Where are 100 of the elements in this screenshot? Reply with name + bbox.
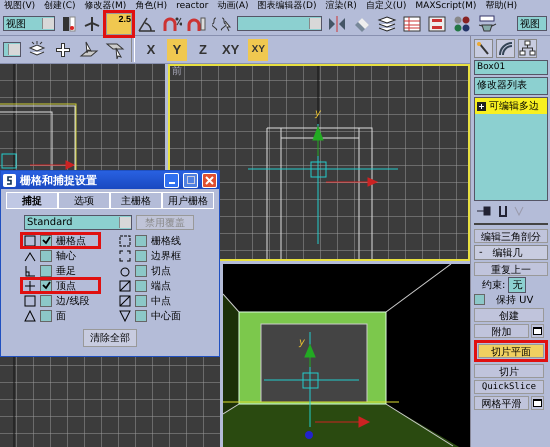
- checkbox-label[interactable]: 端点: [151, 278, 171, 292]
- checkbox-label[interactable]: 垂足: [56, 264, 76, 278]
- snap-type-icon: [24, 264, 36, 276]
- constraint-label: 约束:: [481, 278, 506, 292]
- rollout-header[interactable]: - 编辑几: [474, 245, 548, 260]
- view-dropdown[interactable]: 视图: [3, 16, 55, 31]
- snap-type-icon: [119, 280, 131, 292]
- modify-tab-icon[interactable]: [496, 39, 515, 58]
- menu-item[interactable]: 动画(A): [217, 0, 249, 12]
- checkbox[interactable]: [40, 264, 52, 276]
- spinner-snap-icon[interactable]: [187, 14, 207, 32]
- hierarchy-tab-icon[interactable]: [518, 39, 537, 58]
- teapot-icon[interactable]: [477, 14, 497, 32]
- checkbox-label[interactable]: 顶点: [56, 278, 76, 292]
- menu-item[interactable]: 创建(C): [44, 0, 76, 12]
- preset-dropdown[interactable]: Standard: [24, 215, 132, 230]
- menu-item[interactable]: 帮助(H): [485, 0, 518, 12]
- selection-set-icon[interactable]: [212, 14, 232, 32]
- rollout-title[interactable]: 编辑几: [492, 246, 523, 260]
- checkbox[interactable]: [40, 234, 52, 246]
- pin-stack-icon[interactable]: [476, 205, 492, 217]
- checkbox-label[interactable]: 保持 UV: [488, 292, 534, 306]
- mirror-icon[interactable]: [327, 14, 347, 32]
- material-editor-icon[interactable]: [452, 14, 472, 32]
- select-plane-icon[interactable]: [79, 40, 99, 60]
- clear-all-button[interactable]: 清除全部: [83, 329, 137, 347]
- checkbox[interactable]: [135, 264, 147, 276]
- percent-snap-icon[interactable]: [162, 14, 182, 32]
- dropdown[interactable]: [3, 42, 21, 57]
- checkbox-label[interactable]: 栅格线: [151, 234, 181, 248]
- command-button[interactable]: 网格平滑: [474, 396, 529, 410]
- menu-item[interactable]: 修改器(M): [84, 0, 126, 12]
- minimize-button[interactable]: [164, 172, 179, 188]
- checkbox[interactable]: [135, 234, 147, 246]
- settings-button[interactable]: [531, 324, 544, 338]
- layers-icon[interactable]: [377, 14, 397, 32]
- menu-item[interactable]: reactor: [176, 0, 208, 12]
- edit-triangulation-button[interactable]: 编辑三角剖分: [474, 229, 548, 243]
- axis-label: y: [315, 109, 321, 119]
- axis-constraint-button[interactable]: X: [141, 38, 161, 60]
- snap-type-icon: [119, 294, 131, 306]
- checkbox-label[interactable]: 轴心: [56, 248, 76, 262]
- modifier-list-dropdown[interactable]: 修改器列表: [474, 77, 548, 95]
- menu-item[interactable]: MAXScript(M): [415, 0, 476, 12]
- tab[interactable]: 选项: [58, 192, 110, 208]
- checkbox-label[interactable]: 栅格点: [56, 234, 86, 248]
- command-button[interactable]: 创建: [474, 308, 544, 322]
- viewport-label[interactable]: 前: [172, 66, 182, 77]
- menu-item[interactable]: 视图(V): [4, 0, 36, 12]
- checkbox-label[interactable]: 中心面: [151, 308, 181, 322]
- view-dropdown[interactable]: 视图: [517, 16, 547, 31]
- object-name-field[interactable]: Box01: [474, 60, 548, 75]
- tab[interactable]: 主栅格: [110, 192, 162, 208]
- checkbox[interactable]: [135, 310, 147, 322]
- expand-icon[interactable]: [477, 102, 486, 110]
- render-icon[interactable]: [60, 14, 78, 32]
- checkbox[interactable]: [40, 250, 52, 262]
- checkbox[interactable]: [135, 294, 147, 306]
- snap-type-icon: [119, 234, 131, 246]
- axis-snap-button[interactable]: XY: [248, 38, 268, 60]
- command-button[interactable]: 切片: [474, 364, 544, 378]
- close-button[interactable]: [202, 172, 217, 188]
- checkbox-label[interactable]: 边界框: [151, 248, 181, 262]
- modifier-stack-item[interactable]: 可编辑多边: [475, 98, 547, 114]
- collapse-sign[interactable]: -: [479, 247, 483, 258]
- checkbox[interactable]: [40, 310, 52, 322]
- maximize-button[interactable]: [183, 172, 198, 188]
- checkbox[interactable]: [135, 280, 147, 292]
- command-button[interactable]: 切片平面: [478, 344, 544, 358]
- menu-item[interactable]: 角色(H): [135, 0, 168, 12]
- checkbox[interactable]: [135, 250, 147, 262]
- checkbox-label[interactable]: 面: [56, 308, 66, 322]
- curve-editor-icon[interactable]: [402, 14, 422, 32]
- schematic-view-icon[interactable]: [427, 14, 447, 32]
- window-icon: [533, 327, 542, 335]
- axis-constraint-button[interactable]: Y: [167, 38, 187, 60]
- show-result-icon[interactable]: [498, 205, 508, 217]
- checkbox-label[interactable]: 切点: [151, 264, 171, 278]
- checkbox[interactable]: [474, 294, 485, 305]
- repeat-last-button[interactable]: 重复上一: [474, 262, 548, 276]
- checkbox-label[interactable]: 中点: [151, 294, 171, 308]
- checkbox-label[interactable]: 边/线段: [56, 294, 90, 308]
- selection-set-dropdown[interactable]: [237, 16, 322, 31]
- constraint-dropdown[interactable]: 无: [508, 276, 526, 292]
- menu-item[interactable]: 图表编辑器(D): [258, 0, 316, 12]
- tab[interactable]: 用户栅格: [162, 192, 214, 208]
- axis-constraint-button[interactable]: XY: [219, 38, 242, 60]
- create-tab-icon[interactable]: [474, 39, 493, 58]
- app-icon: [3, 174, 16, 186]
- menu-item[interactable]: 自定义(U): [366, 0, 406, 12]
- move-icon[interactable]: [83, 14, 101, 32]
- modifier-name[interactable]: 可编辑多边: [489, 99, 539, 113]
- settings-button[interactable]: [531, 396, 544, 410]
- command-button[interactable]: 附加: [474, 324, 529, 338]
- checkbox[interactable]: [40, 294, 52, 306]
- menu-item[interactable]: 渲染(R): [325, 0, 357, 12]
- command-button[interactable]: QuickSlice: [474, 380, 544, 394]
- tab[interactable]: 捕捉: [6, 192, 58, 208]
- checkbox[interactable]: [40, 280, 52, 292]
- axis-constraint-button[interactable]: Z: [193, 38, 213, 60]
